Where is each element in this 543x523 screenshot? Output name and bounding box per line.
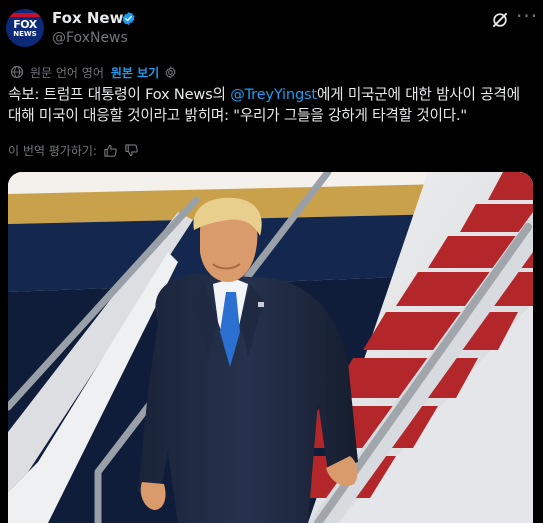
translation-language-note: 원문 언어 영어 [30,65,104,80]
thumbs-down-icon[interactable] [124,143,139,158]
photo-illustration [8,172,533,523]
tweet-header: FOX NEWS Fox News @FoxNews ··· [0,0,543,58]
translation-bar: 원문 언어 영어 원본 보기 [10,64,177,80]
rate-translation-label: 이 번역 평가하기: [8,144,97,158]
gear-icon[interactable] [164,65,177,79]
avatar[interactable]: FOX NEWS [6,9,44,47]
verified-badge-icon [122,11,135,26]
show-original-link[interactable]: 원본 보기 [111,64,159,81]
mention-link[interactable]: @TreyYingst [230,86,317,103]
thumbs-up-icon[interactable] [103,143,118,158]
globe-icon [10,65,24,79]
author-handle[interactable]: @FoxNews [52,30,128,46]
tweet-photo[interactable] [8,172,533,523]
grok-icon[interactable] [490,10,510,30]
avatar-stripe [6,13,44,17]
rate-translation-row: 이 번역 평가하기: [8,142,139,159]
tweet-text-part-1: 속보: 트럼프 대통령이 Fox News의 [8,86,231,103]
more-options-button[interactable]: ··· [516,4,538,28]
avatar-text-top: FOX [13,17,37,31]
avatar-text-bottom: NEWS [13,29,37,38]
tweet-text: 속보: 트럼프 대통령이 Fox News의 @TreyYingst에게 미국군… [8,84,536,126]
